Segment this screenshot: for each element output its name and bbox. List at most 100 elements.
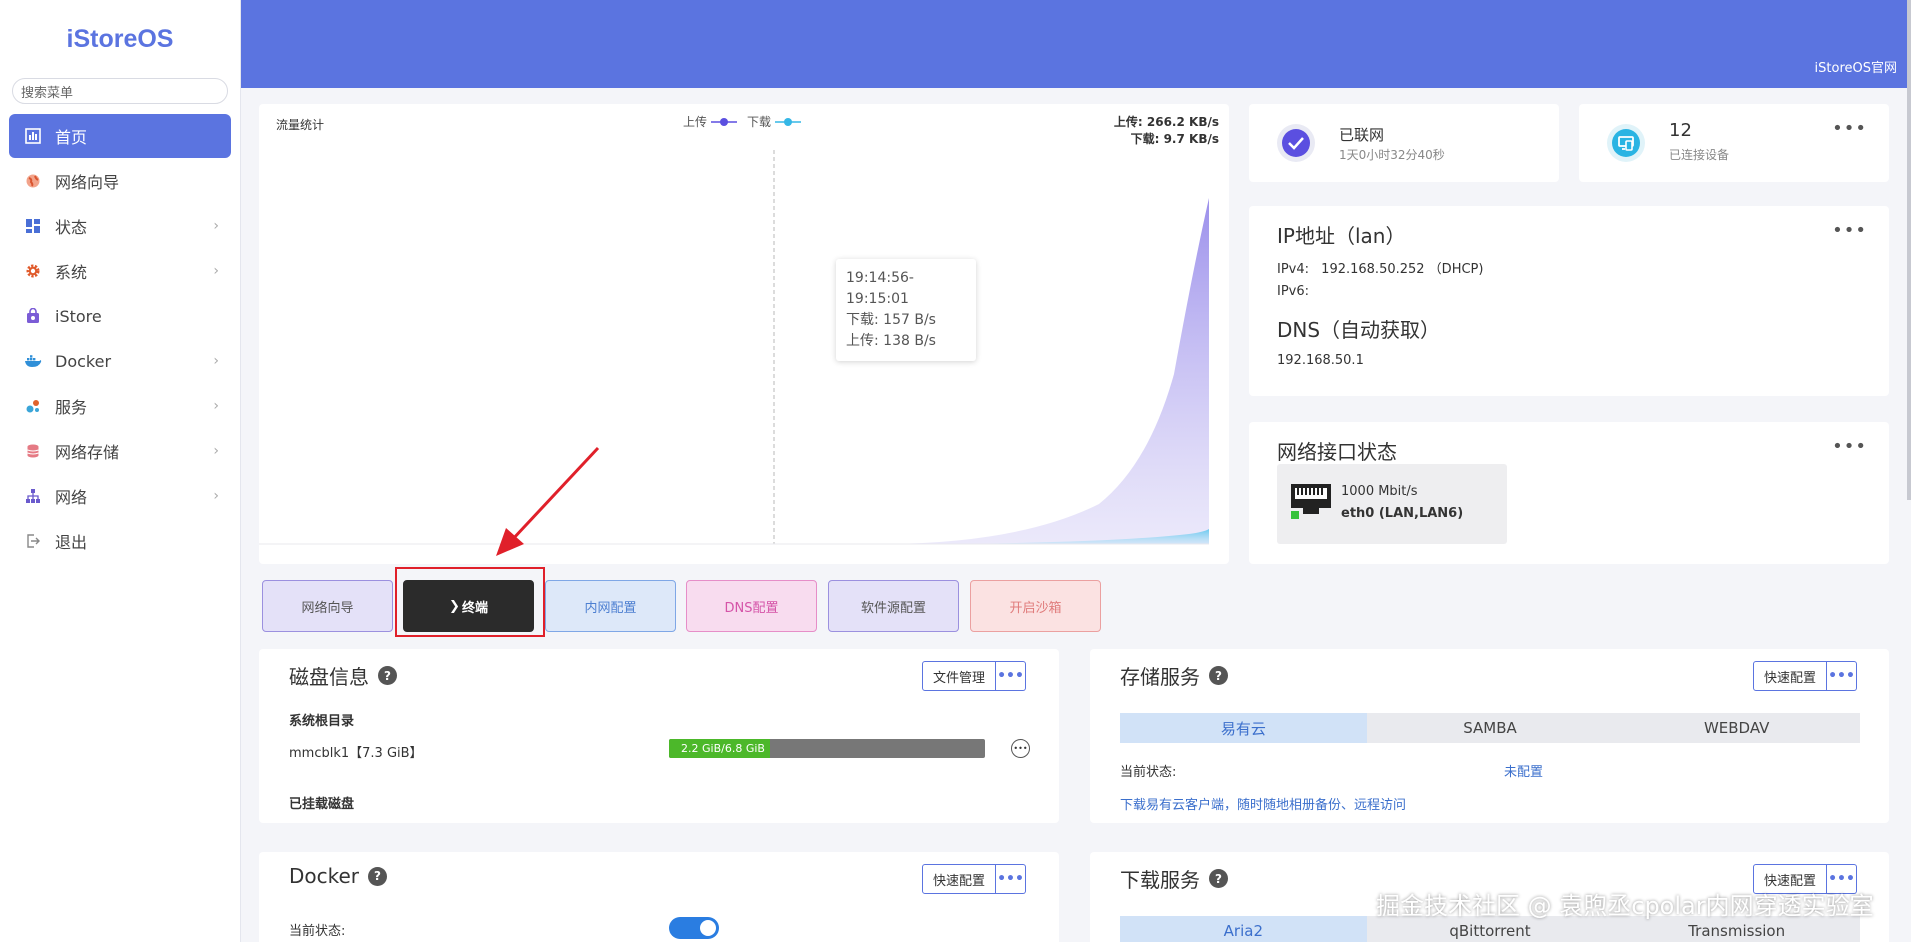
help-icon[interactable]: ?	[378, 666, 397, 685]
docker-icon	[23, 351, 43, 371]
interface-card: 网络接口状态 ••• 1000 Mbit/s eth0 (LAN,LAN6)	[1249, 422, 1889, 564]
storage-status-value[interactable]: 未配置	[1504, 761, 1543, 780]
tab-samba[interactable]: SAMBA	[1367, 713, 1614, 743]
ipv4-value: 192.168.50.252 （DHCP)	[1321, 262, 1484, 277]
interface-more-icon[interactable]: •••	[1832, 436, 1867, 457]
help-icon[interactable]: ?	[1209, 869, 1228, 888]
devices-count: 12	[1669, 120, 1692, 141]
puzzle-icon	[23, 396, 43, 416]
mounted-label: 已挂载磁盘	[289, 797, 355, 812]
disk-usage-fill: 2.2 GiB/6.8 GiB	[669, 739, 771, 758]
globe-icon	[23, 171, 43, 191]
sidebar-item-label: 服务	[55, 398, 88, 417]
sidebar-item-docker[interactable]: Docker ›	[9, 339, 231, 383]
sidebar-item-logout[interactable]: 退出	[9, 519, 231, 563]
upload-area	[259, 198, 1209, 544]
sidebar-item-services[interactable]: 服务 ›	[9, 384, 231, 428]
sidebar-nav: 首页 网络向导 状态 › 系统 › iStore Docker › 服务 › 网…	[0, 114, 240, 563]
sidebar-item-network-wizard[interactable]: 网络向导	[9, 159, 231, 203]
ipv4-row: IPv4: 192.168.50.252 （DHCP)	[1277, 258, 1483, 277]
disk-title: 磁盘信息 ?	[289, 661, 397, 690]
quick-lan-config-button[interactable]: 内网配置	[545, 580, 676, 632]
official-site-link[interactable]: iStoreOS官网	[1815, 57, 1897, 76]
disk-usage-bar: 2.2 GiB/6.8 GiB	[669, 739, 985, 758]
database-icon	[23, 441, 43, 461]
storage-status-label: 当前状态:	[1120, 765, 1177, 780]
sidebar-item-nas[interactable]: 网络存储 ›	[9, 429, 231, 473]
gear-icon	[23, 261, 43, 281]
tooltip-download: 下载: 157 B/s	[846, 312, 936, 328]
online-title: 已联网	[1339, 126, 1385, 144]
file-manager-button[interactable]: 文件管理	[922, 661, 997, 691]
disk-actions: 文件管理 •••	[922, 661, 1027, 691]
terminal-icon: ❯	[449, 598, 460, 614]
chevron-right-icon: ›	[213, 263, 219, 279]
download-title: 下载服务 ?	[1120, 864, 1228, 893]
dns-title: DNS（自动获取）	[1277, 318, 1441, 342]
online-check-icon	[1277, 124, 1315, 162]
docker-quick-config-button[interactable]: 快速配置	[922, 864, 997, 894]
chart-tooltip: 19:14:56-19:15:01 下载: 157 B/s 上传: 138 B/…	[836, 259, 976, 361]
online-status-card: 已联网 1天0小时32分40秒	[1249, 104, 1559, 182]
dns-value: 192.168.50.1	[1277, 353, 1364, 368]
storage-card: 存储服务 ? 快速配置 ••• 易有云 SAMBA WEBDAV 当前状态: 未…	[1090, 649, 1889, 823]
download-title-text: 下载服务	[1120, 868, 1200, 892]
chevron-right-icon: ›	[213, 353, 219, 369]
docker-more-button[interactable]: •••	[996, 864, 1027, 894]
network-icon	[23, 486, 43, 506]
storage-title-text: 存储服务	[1120, 665, 1200, 689]
sidebar-item-network[interactable]: 网络 ›	[9, 474, 231, 518]
quick-network-wizard-button[interactable]: 网络向导	[262, 580, 393, 632]
chevron-right-icon: ›	[213, 443, 219, 459]
disk-more-button[interactable]: •••	[996, 661, 1027, 691]
devices-icon	[1607, 124, 1645, 162]
uptime-text: 1天0小时32分40秒	[1339, 148, 1445, 162]
devices-label: 已连接设备	[1669, 148, 1730, 162]
storage-more-button[interactable]: •••	[1827, 661, 1858, 691]
chevron-right-icon: ›	[213, 398, 219, 414]
sidebar-item-label: Docker	[55, 351, 112, 371]
disk-card: 磁盘信息 ? 文件管理 ••• 系统根目录 mmcblk1【7.3 GiB】 2…	[259, 649, 1059, 823]
disk-device: mmcblk1【7.3 GiB】	[289, 746, 423, 761]
traffic-chart	[259, 150, 1209, 545]
sidebar: iStoreOS 搜索菜单 首页 网络向导 状态 › 系统 › iStore D…	[0, 0, 241, 942]
ipv4-label: IPv4:	[1277, 262, 1310, 277]
sidebar-item-home[interactable]: 首页	[9, 114, 231, 158]
storage-quick-config-button[interactable]: 快速配置	[1753, 661, 1828, 691]
disk-title-text: 磁盘信息	[289, 665, 369, 689]
chevron-right-icon: ›	[213, 218, 219, 234]
docker-toggle[interactable]	[669, 917, 719, 939]
sidebar-item-istore[interactable]: iStore	[9, 294, 231, 338]
interface-speed: 1000 Mbit/s	[1341, 484, 1418, 499]
sidebar-item-status[interactable]: 状态 ›	[9, 204, 231, 248]
interface-title: 网络接口状态	[1277, 440, 1397, 464]
tab-aria2[interactable]: Aria2	[1120, 916, 1367, 942]
sidebar-item-label: 首页	[55, 128, 88, 147]
tab-yiyouyun[interactable]: 易有云	[1120, 713, 1367, 743]
page-scrollbar[interactable]	[1907, 0, 1911, 500]
disk-options-icon[interactable]: •••	[1011, 739, 1030, 758]
quick-terminal-button[interactable]: ❯ 终端	[403, 580, 534, 632]
interface-name: eth0 (LAN,LAN6)	[1341, 506, 1464, 521]
help-icon[interactable]: ?	[1209, 666, 1228, 685]
tooltip-time: 19:14:56-19:15:01	[846, 270, 914, 307]
dashboard-icon	[23, 126, 43, 146]
interface-port[interactable]: 1000 Mbit/s eth0 (LAN,LAN6)	[1277, 464, 1507, 544]
help-icon[interactable]: ?	[368, 866, 388, 886]
devices-card: 12 已连接设备 •••	[1579, 104, 1889, 182]
devices-more-icon[interactable]: •••	[1832, 118, 1867, 139]
quick-software-source-button[interactable]: 软件源配置	[828, 580, 959, 632]
storage-title: 存储服务 ?	[1120, 661, 1228, 690]
tab-webdav[interactable]: WEBDAV	[1613, 713, 1860, 743]
ip-more-icon[interactable]: •••	[1832, 220, 1867, 241]
traffic-card: 流量统计 上传 下载 上传: 266.2 KB/s 下载: 9.7 KB/s 1…	[259, 104, 1229, 564]
search-input[interactable]: 搜索菜单	[12, 78, 228, 104]
sidebar-item-system[interactable]: 系统 ›	[9, 249, 231, 293]
bag-icon	[23, 306, 43, 326]
docker-toggle-knob	[700, 920, 716, 936]
storage-download-link[interactable]: 下载易有云客户端，随时随地相册备份、远程访问	[1120, 794, 1406, 813]
quick-dns-config-button[interactable]: DNS配置	[686, 580, 817, 632]
quick-sandbox-button[interactable]: 开启沙箱	[970, 580, 1101, 632]
storage-tabs: 易有云 SAMBA WEBDAV	[1120, 713, 1860, 743]
sidebar-item-label: 退出	[55, 533, 88, 552]
